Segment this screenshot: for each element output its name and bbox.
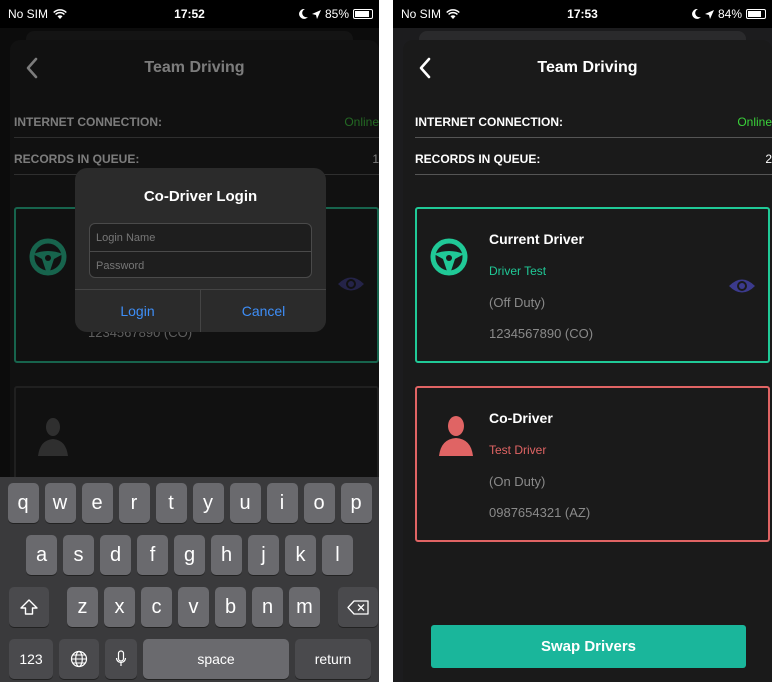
key-l[interactable]: l (322, 535, 353, 575)
co-driver-heading: Co-Driver (489, 410, 553, 426)
records-in-queue-label: RECORDS IN QUEUE: (415, 152, 541, 166)
key-r[interactable]: r (118, 483, 150, 523)
location-arrow-icon (311, 9, 321, 19)
co-driver-card: Co-Driver Test Driver (On Duty) 09876543… (415, 386, 770, 542)
key-w[interactable]: w (44, 483, 76, 523)
key-u[interactable]: u (229, 483, 261, 523)
battery-percent: 85% (324, 7, 349, 21)
steering-wheel-icon (29, 238, 67, 276)
moon-icon (692, 9, 701, 19)
key-i[interactable]: i (266, 483, 298, 523)
records-in-queue-row: RECORDS IN QUEUE: 2 (415, 139, 772, 175)
key-b[interactable]: b (215, 587, 246, 627)
login-name-input[interactable] (90, 224, 311, 251)
eye-icon[interactable] (728, 277, 756, 295)
microphone-icon (115, 650, 127, 666)
internet-connection-value: Online (344, 115, 379, 129)
key-f[interactable]: f (137, 535, 168, 575)
key-q[interactable]: q (7, 483, 39, 523)
eye-icon[interactable] (337, 275, 365, 293)
numbers-key[interactable]: 123 (9, 639, 53, 679)
key-n[interactable]: n (252, 587, 283, 627)
battery-icon (746, 9, 766, 19)
key-a[interactable]: a (26, 535, 57, 575)
key-k[interactable]: k (285, 535, 316, 575)
battery-percent: 84% (717, 7, 742, 21)
key-t[interactable]: t (155, 483, 187, 523)
keyboard: q w e r t y u i o p a s d f g h j k l z (0, 477, 379, 682)
keyboard-row-1: q w e r t y u i o p (0, 483, 379, 523)
co-driver-login-dialog: Co-Driver Login Login Cancel (75, 168, 326, 332)
internet-connection-row: INTERNET CONNECTION: Online (415, 102, 772, 138)
key-p[interactable]: p (340, 483, 372, 523)
key-j[interactable]: j (248, 535, 279, 575)
dialog-title: Co-Driver Login (143, 188, 258, 205)
key-x[interactable]: x (104, 587, 135, 627)
current-driver-card: Current Driver Driver Test (Off Duty) 12… (415, 207, 770, 363)
key-z[interactable]: z (67, 587, 98, 627)
shift-key[interactable] (9, 587, 49, 627)
battery-icon (353, 9, 373, 19)
person-icon (38, 418, 68, 456)
page-title: Team Driving (144, 59, 245, 76)
return-key[interactable]: return (295, 639, 371, 679)
globe-icon (70, 650, 88, 668)
dialog-buttons: Login Cancel (75, 289, 326, 332)
co-driver-id: 0987654321 (AZ) (489, 505, 591, 520)
records-in-queue-label: RECORDS IN QUEUE: (14, 152, 140, 166)
internet-connection-label: INTERNET CONNECTION: (14, 115, 162, 129)
location-arrow-icon (704, 9, 714, 19)
key-m[interactable]: m (289, 587, 320, 627)
records-in-queue-value: 1 (372, 152, 379, 166)
cancel-button[interactable]: Cancel (201, 290, 326, 332)
delete-key[interactable] (338, 587, 378, 627)
key-v[interactable]: v (178, 587, 209, 627)
internet-connection-label: INTERNET CONNECTION: (415, 115, 563, 129)
co-driver-card (14, 386, 379, 486)
password-input[interactable] (90, 252, 311, 277)
shift-icon (20, 599, 38, 615)
key-o[interactable]: o (303, 483, 335, 523)
key-g[interactable]: g (174, 535, 205, 575)
status-bar: No SIM 17:52 85% (0, 0, 379, 28)
key-d[interactable]: d (100, 535, 131, 575)
current-driver-id: 1234567890 (CO) (489, 326, 594, 341)
internet-connection-row: INTERNET CONNECTION: Online (14, 102, 379, 138)
co-driver-status: (On Duty) (489, 474, 546, 489)
moon-icon (299, 9, 308, 19)
page-title: Team Driving (537, 59, 638, 76)
nav-bar: Team Driving (10, 48, 379, 88)
dictation-key[interactable] (105, 639, 137, 679)
records-in-queue-value: 2 (765, 152, 772, 166)
nav-bar: Team Driving (403, 48, 772, 88)
key-s[interactable]: s (63, 535, 94, 575)
co-driver-name: Test Driver (489, 443, 547, 457)
internet-connection-value: Online (737, 115, 772, 129)
current-driver-heading: Current Driver (489, 231, 584, 247)
status-bar: No SIM 17:53 84% (393, 0, 772, 28)
keyboard-row-3: z x c v b n m (0, 587, 379, 627)
right-screen: No SIM 17:53 84% Team Driving INTERNET C… (393, 0, 772, 682)
key-e[interactable]: e (81, 483, 113, 523)
key-c[interactable]: c (141, 587, 172, 627)
current-driver-status: (Off Duty) (489, 295, 546, 310)
keyboard-row-2: a s d f g h j k l (0, 535, 379, 575)
keyboard-row-4: 123 space return (0, 639, 379, 679)
steering-wheel-icon (430, 238, 468, 276)
key-h[interactable]: h (211, 535, 242, 575)
current-driver-name: Driver Test (489, 264, 547, 278)
login-button[interactable]: Login (75, 290, 200, 332)
login-fields (89, 223, 312, 278)
person-icon (439, 416, 473, 456)
globe-key[interactable] (59, 639, 99, 679)
swap-drivers-button[interactable]: Swap Drivers (431, 625, 746, 668)
left-screen: No SIM 17:52 85% Team Driving INTERNET C… (0, 0, 379, 682)
space-key[interactable]: space (143, 639, 289, 679)
backspace-icon (347, 599, 369, 615)
key-y[interactable]: y (192, 483, 224, 523)
